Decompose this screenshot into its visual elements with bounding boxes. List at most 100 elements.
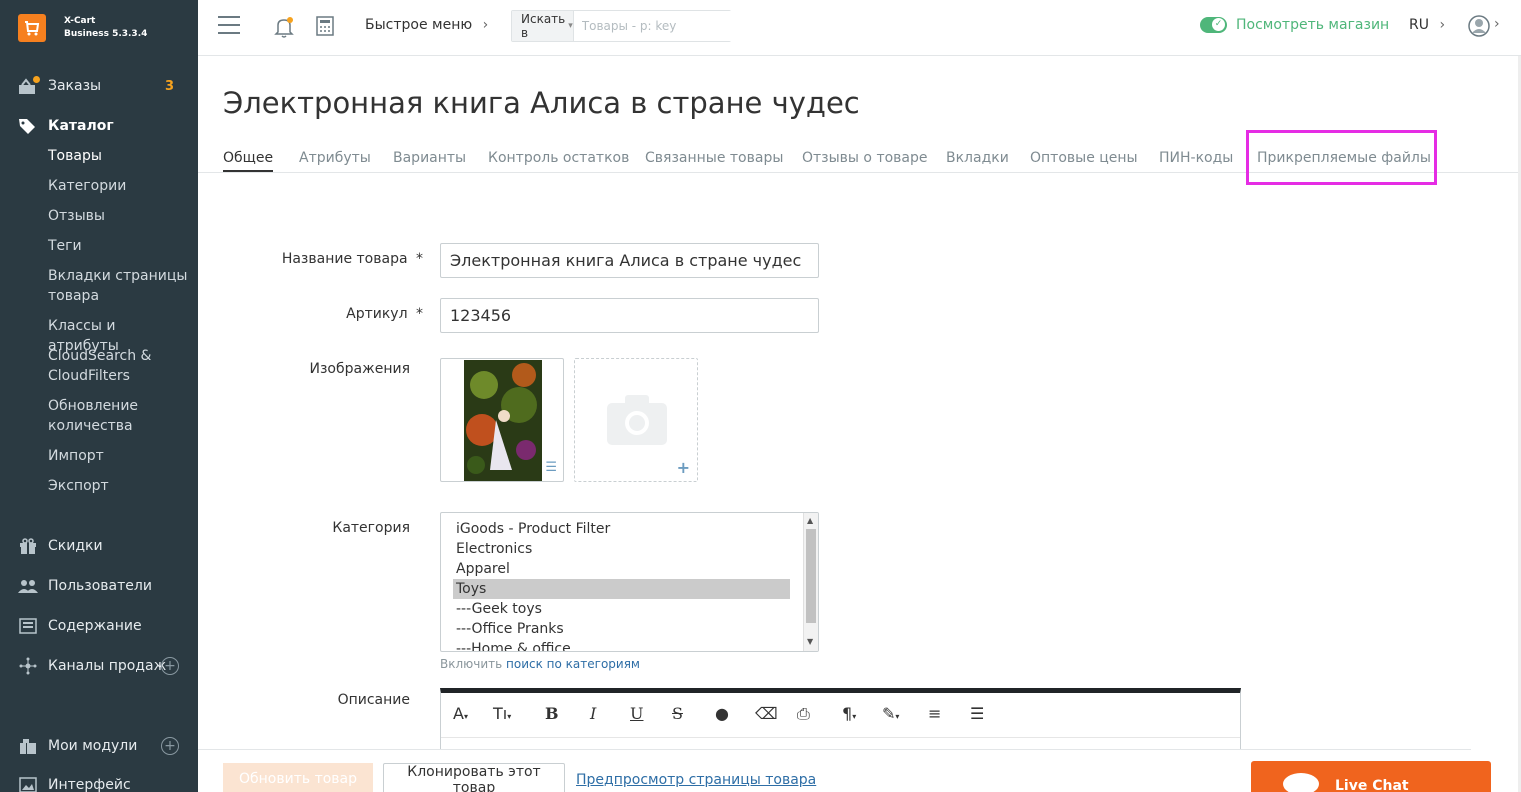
category-option[interactable]: ---Home & office [453, 639, 790, 651]
quick-menu-label: Быстрое меню [365, 17, 473, 33]
product-image-thumbnail [464, 360, 542, 481]
toggle-switch-icon[interactable] [1200, 17, 1227, 33]
sidebar-subitem-update-quantity[interactable]: Обновление количества [48, 396, 188, 436]
sidebar-subitem-product-tabs[interactable]: Вкладки страницы товара [48, 266, 188, 306]
scroll-up-arrow-icon[interactable]: ▲ [807, 516, 813, 525]
tab-wholesale-prices[interactable]: Оптовые цены [1030, 150, 1138, 170]
clone-product-button[interactable]: Клонировать этот товар [383, 763, 565, 792]
sidebar-item-interface[interactable]: Интерфейс [0, 775, 198, 792]
add-module-icon[interactable]: + [161, 737, 179, 755]
user-account-icon[interactable] [1468, 15, 1490, 37]
preview-page-link[interactable]: Предпросмотр страницы товара [576, 772, 816, 788]
orders-dot-icon [33, 76, 40, 83]
font-size-icon[interactable]: A▾ [453, 704, 468, 723]
image-menu-icon[interactable]: ☰ [545, 460, 557, 475]
toolbar-divider [441, 737, 1240, 738]
ordered-list-icon[interactable]: ≡ [928, 704, 941, 723]
sku-input[interactable] [440, 298, 819, 333]
tab-inventory[interactable]: Контроль остатков [488, 150, 629, 170]
category-option[interactable]: ---Geek toys [453, 599, 790, 619]
sidebar-item-discounts[interactable]: Скидки [0, 536, 198, 556]
sidebar-subitem-reviews[interactable]: Отзывы [48, 206, 188, 226]
tab-attributes[interactable]: Атрибуты [299, 150, 371, 170]
sidebar-item-users[interactable]: Пользователи [0, 576, 198, 596]
paragraph-icon[interactable]: ¶▾ [842, 704, 856, 723]
page-title: Электронная книга Алиса в стране чудес [223, 86, 860, 120]
search-input[interactable] [573, 11, 732, 41]
sidebar-item-sales-channels[interactable]: Каналы продаж + [0, 656, 198, 676]
content-icon [18, 616, 38, 636]
scroll-thumb[interactable] [806, 529, 816, 623]
xcart-logo-icon[interactable] [18, 14, 46, 42]
product-name-label-text: Название товара [281, 251, 408, 267]
logo-line2: Business 5.3.3.4 [64, 29, 148, 39]
sidebar-subitem-products[interactable]: Товары [48, 146, 188, 166]
sidebar-subitem-tags[interactable]: Теги [48, 236, 188, 256]
underline-icon[interactable]: U [630, 704, 643, 723]
tab-tabs[interactable]: Вкладки [946, 150, 1009, 170]
live-chat-button[interactable]: Live Chat [1251, 761, 1491, 792]
update-product-button[interactable]: Обновить товар [223, 763, 373, 792]
logo-text: X-Cart Business 5.3.3.4 [64, 15, 147, 41]
italic-icon[interactable]: I [590, 704, 596, 723]
color-drop-icon[interactable]: ● [715, 704, 729, 723]
language-switcher[interactable]: RU › [1409, 17, 1445, 33]
search-scope-select[interactable]: Искать в ▾ [512, 11, 574, 41]
hamburger-menu-icon[interactable] [218, 16, 240, 34]
camera-icon [607, 393, 667, 445]
product-image-card[interactable]: ☰ [440, 358, 564, 482]
quick-menu-button[interactable]: Быстрое меню › [365, 17, 488, 33]
tab-general[interactable]: Общее [223, 150, 274, 172]
sku-label: Артикул * [346, 306, 423, 322]
strikethrough-icon[interactable]: S [672, 704, 683, 723]
category-option[interactable]: iGoods - Product Filter [453, 519, 790, 539]
category-scrollbar[interactable]: ▲ ▼ [803, 513, 818, 651]
sidebar-item-orders[interactable]: Заказы 3 [0, 76, 198, 96]
view-store-toggle[interactable]: Посмотреть магазин [1200, 17, 1389, 33]
add-channel-icon[interactable]: + [161, 657, 179, 675]
add-image-dropzone[interactable]: + [574, 358, 698, 482]
description-label: Описание [337, 692, 410, 708]
sidebar-subitem-export[interactable]: Экспорт [48, 476, 188, 496]
calculator-icon[interactable] [315, 15, 335, 37]
magic-wand-icon[interactable]: ✎▾ [882, 704, 899, 723]
category-search-hint: Включить поиск по категориям [440, 657, 640, 671]
tab-pin-codes[interactable]: ПИН-коды [1159, 150, 1233, 170]
tab-product-reviews[interactable]: Отзывы о товаре [802, 150, 928, 170]
tab-related-products[interactable]: Связанные товары [645, 150, 783, 170]
category-option[interactable]: ---Office Pranks [453, 619, 790, 639]
sidebar-item-label: Заказы [48, 78, 102, 94]
eraser-icon[interactable]: ⌫ [755, 704, 778, 723]
sidebar-item-label: Мои модули [48, 738, 138, 754]
sidebar-item-content[interactable]: Содержание [0, 616, 198, 636]
category-multiselect[interactable]: iGoods - Product Filter Electronics Appa… [440, 512, 819, 652]
sku-label-text: Артикул [346, 306, 408, 322]
category-option[interactable]: Apparel [453, 559, 790, 579]
logo-row: X-Cart Business 5.3.3.4 [0, 0, 198, 56]
category-option[interactable]: Electronics [453, 539, 790, 559]
print-icon[interactable]: ⎙ [797, 704, 810, 724]
sidebar: X-Cart Business 5.3.3.4 Заказы 3 Каталог… [0, 0, 198, 792]
category-option-selected[interactable]: Toys [453, 579, 790, 599]
text-height-icon[interactable]: Tı▾ [493, 704, 511, 723]
chevron-right-icon: › [1439, 17, 1446, 33]
unordered-list-icon[interactable]: ☰ [970, 704, 984, 723]
product-name-label: Название товара * [282, 251, 423, 267]
required-mark: * [416, 306, 423, 322]
scroll-down-arrow-icon[interactable]: ▼ [807, 637, 813, 646]
sidebar-subitem-cloudsearch[interactable]: CloudSearch & CloudFilters [48, 346, 188, 386]
sidebar-item-label: Пользователи [48, 578, 152, 594]
bell-icon[interactable] [274, 16, 294, 38]
sidebar-subitem-import[interactable]: Импорт [48, 446, 188, 466]
category-search-link[interactable]: поиск по категориям [506, 657, 640, 671]
bold-icon[interactable]: B [545, 704, 559, 723]
sidebar-item-label: Каталог [48, 118, 114, 134]
users-icon [18, 576, 38, 596]
tab-variants[interactable]: Варианты [393, 150, 466, 170]
sidebar-item-my-modules[interactable]: Мои модули + [0, 736, 198, 756]
product-name-input[interactable] [440, 243, 819, 278]
sidebar-item-catalog[interactable]: Каталог [0, 116, 198, 136]
sidebar-subitem-categories[interactable]: Категории [48, 176, 188, 196]
chevron-right-icon[interactable]: › [1494, 16, 1500, 32]
description-editor[interactable]: A▾ Tı▾ B I U S ● ⌫ ⎙ ¶▾ ✎▾ ≡ ☰ [440, 688, 1241, 750]
